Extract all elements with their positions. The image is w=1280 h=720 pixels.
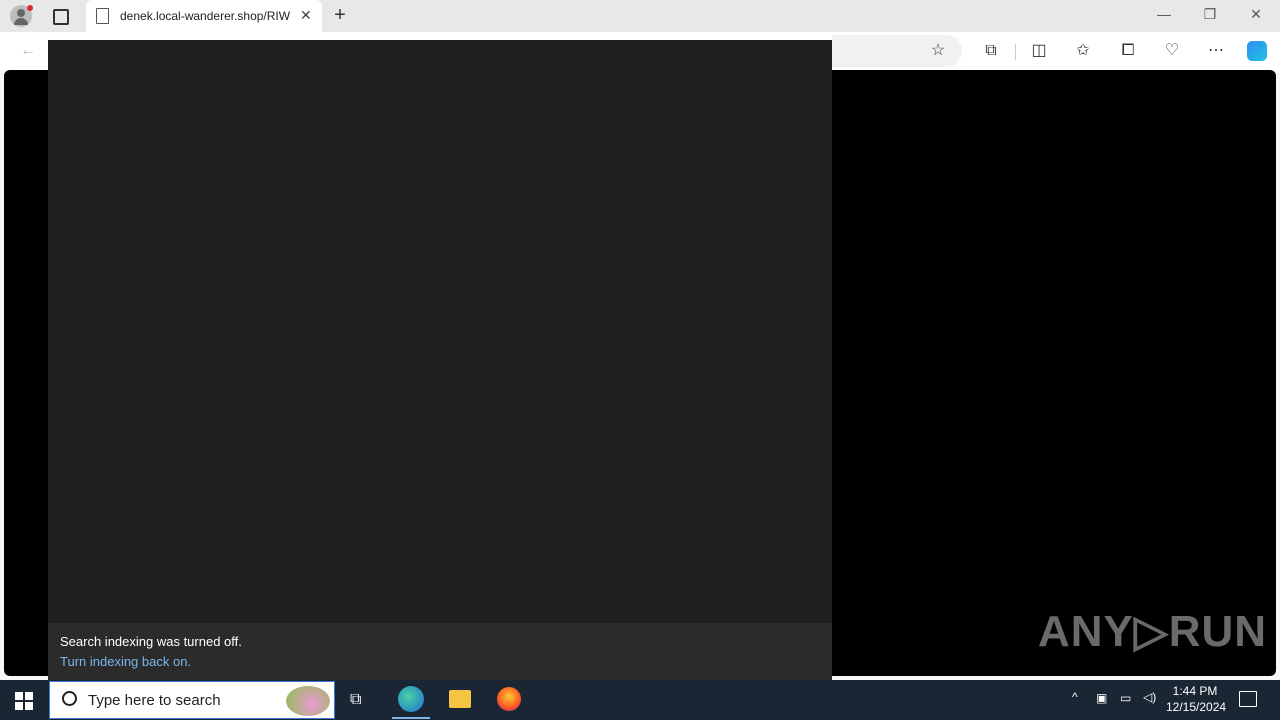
more-icon[interactable]: ⋯ bbox=[1206, 41, 1226, 61]
network-icon[interactable]: ▭ bbox=[1120, 691, 1131, 705]
restore-button[interactable]: ❐ bbox=[1198, 6, 1222, 26]
search-highlight-image bbox=[286, 686, 330, 716]
edge-icon[interactable] bbox=[398, 686, 424, 712]
tab-title: denek.local-wanderer.shop/RIW bbox=[120, 9, 291, 23]
page-icon bbox=[96, 8, 109, 24]
divider bbox=[1015, 44, 1016, 60]
close-window-button[interactable]: ✕ bbox=[1244, 6, 1268, 26]
active-app-indicator bbox=[392, 717, 430, 719]
clock[interactable]: 1:44 PM 12/15/2024 bbox=[1166, 684, 1227, 714]
task-view-icon[interactable]: ⧉ bbox=[350, 691, 368, 709]
new-tab-button[interactable]: + bbox=[330, 4, 350, 28]
minimize-button[interactable]: — bbox=[1152, 6, 1176, 26]
star-icon[interactable]: ☆ bbox=[928, 41, 948, 61]
back-icon[interactable]: ← bbox=[18, 41, 38, 61]
search-icon bbox=[62, 691, 77, 706]
notification-dot bbox=[27, 5, 33, 11]
clock-date: 12/15/2024 bbox=[1166, 700, 1227, 714]
indexing-notice: Search indexing was turned off. Turn ind… bbox=[48, 623, 832, 680]
chevron-up-icon[interactable]: ^ bbox=[1072, 690, 1078, 704]
puzzle-icon[interactable]: ⧉ bbox=[981, 41, 1001, 61]
heart-pulse-icon[interactable]: ♡ bbox=[1162, 41, 1182, 61]
windows-start-icon[interactable] bbox=[15, 692, 33, 710]
turn-indexing-on-link[interactable]: Turn indexing back on. bbox=[60, 654, 191, 669]
person-icon bbox=[17, 9, 25, 17]
firefox-icon[interactable] bbox=[497, 687, 521, 711]
search-panel bbox=[48, 40, 832, 680]
browser-tab[interactable]: denek.local-wanderer.shop/RIW ✕ bbox=[86, 0, 322, 32]
favorites-icon[interactable]: ✩ bbox=[1073, 41, 1093, 61]
profile-avatar[interactable] bbox=[10, 5, 33, 27]
anyrun-watermark: ANY▷RUN bbox=[1038, 607, 1268, 656]
copilot-icon[interactable] bbox=[1247, 41, 1267, 61]
indexing-off-text: Search indexing was turned off. bbox=[60, 634, 242, 649]
browser-title-bar: denek.local-wanderer.shop/RIW ✕ + — ❐ ✕ bbox=[0, 0, 1280, 32]
tab-close-button[interactable]: ✕ bbox=[300, 7, 312, 24]
clock-time: 1:44 PM bbox=[1172, 684, 1218, 698]
meet-now-icon[interactable]: ▣ bbox=[1096, 691, 1107, 705]
tab-actions-icon[interactable] bbox=[53, 9, 69, 25]
notification-center-icon[interactable] bbox=[1239, 691, 1257, 707]
taskbar-search-box[interactable]: Type here to search bbox=[49, 681, 335, 719]
search-input[interactable]: Type here to search bbox=[88, 692, 221, 709]
person-body-icon bbox=[14, 18, 28, 25]
split-screen-icon[interactable]: ◫ bbox=[1029, 41, 1049, 61]
file-explorer-icon[interactable] bbox=[449, 690, 471, 708]
volume-icon[interactable]: ◁) bbox=[1143, 690, 1156, 704]
collections-icon[interactable]: ⧠ bbox=[1118, 41, 1138, 61]
